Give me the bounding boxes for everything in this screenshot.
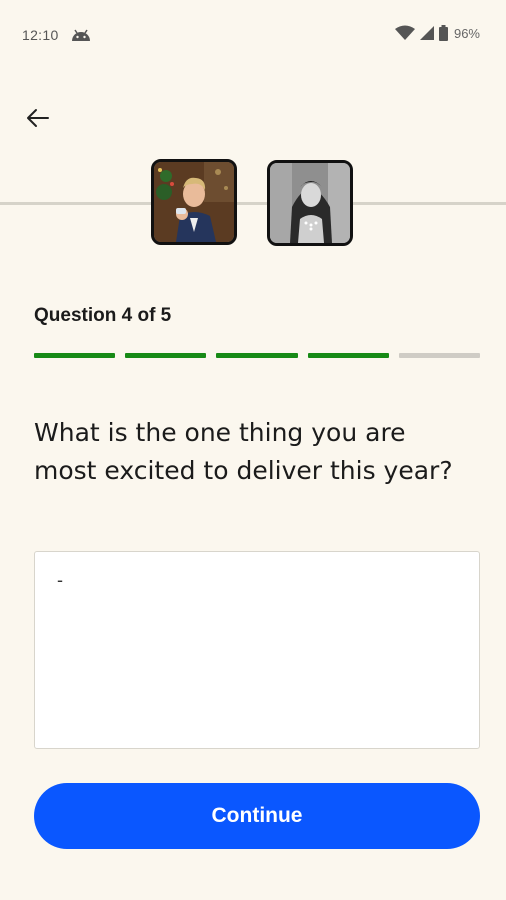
header-divider	[0, 202, 506, 205]
avatar-woman	[267, 160, 353, 246]
status-icons: 96%	[394, 25, 480, 41]
question-counter: Question 4 of 5	[34, 305, 172, 326]
question-progress	[34, 353, 481, 358]
android-icon	[72, 29, 90, 41]
arrow-left-icon	[27, 109, 49, 127]
back-button[interactable]	[18, 100, 58, 136]
continue-button[interactable]: Continue	[34, 783, 480, 849]
battery-level: 96%	[453, 25, 480, 41]
progress-segment-complete	[34, 353, 116, 358]
battery-icon	[438, 25, 448, 41]
signal-icon	[419, 26, 434, 40]
wifi-icon	[394, 25, 415, 40]
status-bar: 12:10 96%	[0, 0, 506, 72]
status-time: 12:10	[22, 27, 59, 43]
answer-input[interactable]: -	[34, 551, 480, 749]
progress-segment-complete	[125, 353, 207, 358]
progress-segment-complete	[307, 353, 389, 358]
question-text: What is the one thing you are most excit…	[34, 418, 453, 485]
avatar-man	[151, 159, 237, 245]
progress-segment-pending	[398, 353, 481, 358]
progress-segment-complete	[216, 353, 298, 358]
